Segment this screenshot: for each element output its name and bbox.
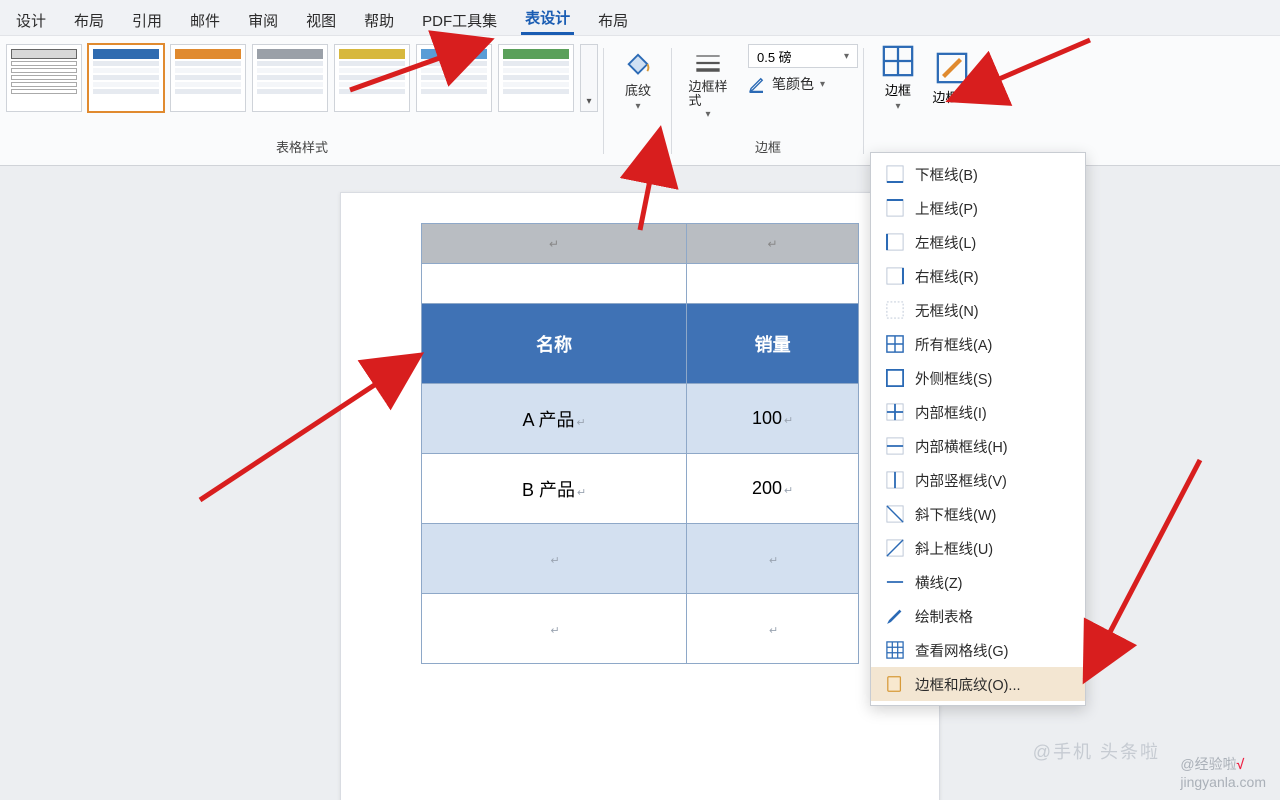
menu-border-outside[interactable]: 外侧框线(S)	[871, 361, 1085, 395]
border-outside-icon	[885, 368, 905, 388]
header-cell[interactable]: 销量	[687, 304, 859, 384]
border-right-icon	[885, 266, 905, 286]
menu-border-inside[interactable]: 内部框线(I)	[871, 395, 1085, 429]
chevron-down-icon: ▾	[820, 79, 825, 90]
table-row: B 产品↵ 200↵	[422, 454, 859, 524]
table-row: 名称 销量	[422, 304, 859, 384]
tab-design[interactable]: 设计	[12, 4, 50, 35]
border-style-icon	[693, 48, 723, 78]
pen-color-button[interactable]: 笔颜色 ▾	[748, 74, 825, 94]
border-diag-down-icon	[885, 504, 905, 524]
table-style-gray[interactable]	[252, 44, 328, 112]
border-diag-up-icon	[885, 538, 905, 558]
data-cell[interactable]: 200↵	[687, 454, 859, 524]
border-inside-icon	[885, 402, 905, 422]
border-painter-icon	[935, 51, 969, 85]
watermark-faint: @手机 头条啦	[1033, 738, 1160, 764]
border-style-button[interactable]: 边框样 式 ▾	[678, 44, 738, 124]
data-cell[interactable]: B 产品↵	[422, 454, 687, 524]
border-top-icon	[885, 198, 905, 218]
table-row: ↵↵	[422, 524, 859, 594]
border-all-icon	[885, 334, 905, 354]
pencil-icon	[885, 606, 905, 626]
border-left-icon	[885, 232, 905, 252]
tab-table-design[interactable]: 表设计	[521, 1, 574, 35]
table-style-orange[interactable]	[170, 44, 246, 112]
menu-border-diag-down[interactable]: 斜下框线(W)	[871, 497, 1085, 531]
paint-bucket-icon	[623, 48, 653, 78]
ribbon: ▾ 表格样式 底纹 ▾	[0, 36, 1280, 166]
border-bottom-icon	[885, 164, 905, 184]
borders-grid-icon	[881, 44, 915, 78]
table-style-more[interactable]: ▾	[580, 44, 598, 112]
table-style-blue[interactable]	[88, 44, 164, 112]
menu-border-top[interactable]: 上框线(P)	[871, 191, 1085, 225]
chevron-down-icon: ▾	[844, 51, 849, 62]
border-inside-h-icon	[885, 436, 905, 456]
table-style-yellow[interactable]	[334, 44, 410, 112]
pen-weight-select[interactable]: 0.5 磅 ▾	[748, 44, 858, 68]
pen-color-label: 笔颜色	[772, 74, 814, 94]
tab-help[interactable]: 帮助	[360, 4, 398, 35]
group-label-borders: 边框	[755, 137, 781, 158]
border-painter-label: 边框刷	[932, 87, 971, 106]
pen-icon	[748, 75, 766, 93]
border-style-label: 边框样 式	[688, 80, 727, 107]
table-row: ↵↵	[422, 594, 859, 664]
data-cell[interactable]: A 产品↵	[422, 384, 687, 454]
menu-draw-table[interactable]: 绘制表格	[871, 599, 1085, 633]
menu-border-all[interactable]: 所有框线(A)	[871, 327, 1085, 361]
tab-pdf-tools[interactable]: PDF工具集	[418, 4, 501, 35]
watermark: @经验啦√ jingyanla.com	[1180, 754, 1266, 790]
borders-dialog-icon	[885, 674, 905, 694]
table-style-plain[interactable]	[6, 44, 82, 112]
table-style-lightblue[interactable]	[416, 44, 492, 112]
chevron-down-icon: ▾	[895, 101, 900, 112]
gridlines-icon	[885, 640, 905, 660]
border-painter-button[interactable]: 边框刷	[928, 44, 976, 112]
tab-view[interactable]: 视图	[302, 4, 340, 35]
menu-border-diag-up[interactable]: 斜上框线(U)	[871, 531, 1085, 565]
chevron-down-icon: ▾	[705, 109, 710, 120]
table-row	[422, 264, 859, 304]
document-canvas[interactable]: ↵↵ 名称 销量 A 产品↵ 100↵ B 产品↵ 200↵ ↵↵ ↵↵	[0, 166, 1280, 800]
borders-split-label: 边框	[885, 80, 911, 99]
table-row: ↵↵	[422, 224, 859, 264]
header-cell[interactable]: 名称	[422, 304, 687, 384]
table-style-gallery: ▾	[6, 44, 598, 112]
tab-table-layout[interactable]: 布局	[594, 4, 632, 35]
group-label-table-styles: 表格样式	[276, 137, 328, 158]
border-none-icon	[885, 300, 905, 320]
shading-label: 底纹	[625, 80, 651, 99]
pen-weight-value: 0.5 磅	[757, 47, 792, 66]
tab-layout[interactable]: 布局	[70, 4, 108, 35]
menu-horizontal-line[interactable]: 横线(Z)	[871, 565, 1085, 599]
tab-review[interactable]: 审阅	[244, 4, 282, 35]
horizontal-line-icon	[885, 572, 905, 592]
tab-mailings[interactable]: 邮件	[186, 4, 224, 35]
borders-split-button[interactable]: 边框 ▾	[874, 44, 922, 112]
ribbon-tab-row: 设计 布局 引用 邮件 审阅 视图 帮助 PDF工具集 表设计 布局	[0, 0, 1280, 36]
data-cell[interactable]: 100↵	[687, 384, 859, 454]
tab-references[interactable]: 引用	[128, 4, 166, 35]
menu-view-gridlines[interactable]: 查看网格线(G)	[871, 633, 1085, 667]
menu-border-left[interactable]: 左框线(L)	[871, 225, 1085, 259]
menu-border-right[interactable]: 右框线(R)	[871, 259, 1085, 293]
menu-border-inside-h[interactable]: 内部横框线(H)	[871, 429, 1085, 463]
menu-borders-and-shading[interactable]: 边框和底纹(O)...	[871, 667, 1085, 701]
table-row: A 产品↵ 100↵	[422, 384, 859, 454]
menu-border-none[interactable]: 无框线(N)	[871, 293, 1085, 327]
border-inside-v-icon	[885, 470, 905, 490]
borders-dropdown-menu: 下框线(B) 上框线(P) 左框线(L) 右框线(R) 无框线(N) 所有框线(…	[870, 152, 1086, 706]
shading-button[interactable]: 底纹 ▾	[610, 44, 666, 116]
page: ↵↵ 名称 销量 A 产品↵ 100↵ B 产品↵ 200↵ ↵↵ ↵↵	[340, 192, 940, 800]
table-style-green[interactable]	[498, 44, 574, 112]
chevron-down-icon: ▾	[635, 101, 640, 112]
menu-border-inside-v[interactable]: 内部竖框线(V)	[871, 463, 1085, 497]
menu-border-bottom[interactable]: 下框线(B)	[871, 157, 1085, 191]
doc-table[interactable]: ↵↵ 名称 销量 A 产品↵ 100↵ B 产品↵ 200↵ ↵↵ ↵↵	[421, 223, 859, 664]
